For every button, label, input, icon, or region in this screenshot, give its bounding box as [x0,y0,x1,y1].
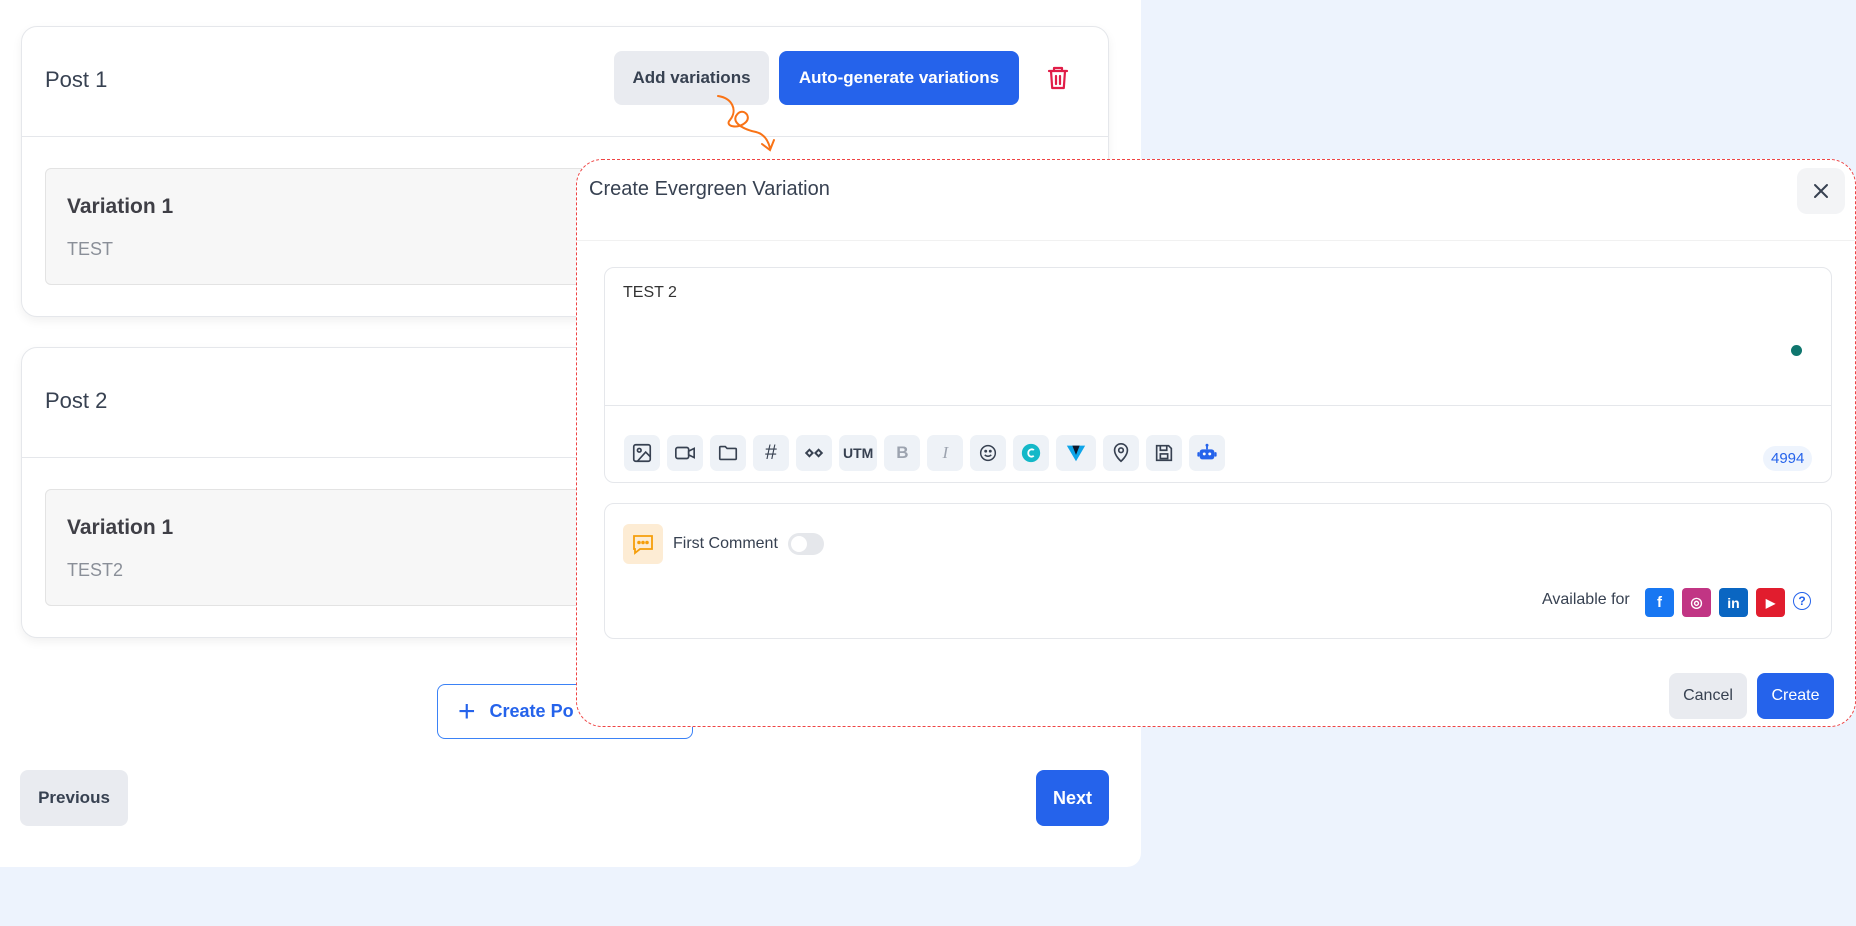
create-button[interactable]: Create [1757,673,1834,719]
utm-icon[interactable]: UTM [839,435,878,471]
plus-icon: + [458,694,476,728]
create-variation-modal: Create Evergreen Variation TEST 2 # UTM … [576,159,1856,727]
youtube-icon: ▶ [1756,588,1785,617]
next-button[interactable]: Next [1036,770,1109,826]
video-icon[interactable] [667,435,703,471]
comment-icon [623,524,663,564]
editor-text[interactable]: TEST 2 [623,284,677,302]
help-icon[interactable]: ? [1793,592,1811,610]
vista-icon[interactable] [1056,435,1097,471]
first-comment-section: First Comment Available for f ◎ in ▶ ? [604,503,1832,639]
italic-icon[interactable]: I [927,435,964,471]
first-comment-label: First Comment [673,535,778,552]
emoji-icon[interactable] [970,435,1007,471]
image-icon[interactable] [624,435,660,471]
editor-toolbar: # UTM B I [624,435,1226,471]
variation-title: Variation 1 [67,516,174,539]
modal-title: Create Evergreen Variation [589,178,830,200]
post-title: Post 1 [45,67,108,92]
ai-bot-icon[interactable] [1189,435,1226,471]
bold-icon[interactable]: B [884,435,921,471]
cancel-button[interactable]: Cancel [1669,673,1747,719]
previous-button[interactable]: Previous [20,770,128,826]
close-icon[interactable] [1797,168,1845,214]
variation-text: TEST2 [67,560,124,580]
canva-icon[interactable] [1013,435,1050,471]
instagram-icon: ◎ [1682,588,1711,617]
linkedin-icon: in [1719,588,1748,617]
annotation-arrow-icon [717,95,775,152]
auto-generate-variations-button[interactable]: Auto-generate variations [779,51,1019,105]
variation-text: TEST [67,239,114,259]
folder-icon[interactable] [710,435,746,471]
post-title: Post 2 [45,388,108,413]
available-for-label: Available for [1542,591,1630,608]
post-editor[interactable]: TEST 2 # UTM B I 4994 [604,267,1832,483]
hashtag-icon[interactable]: # [753,435,789,471]
status-dot-icon [1791,345,1802,356]
delete-post-icon[interactable] [1046,65,1070,96]
post-header: Post 1 Add variations Auto-generate vari… [22,27,1108,137]
first-comment-toggle[interactable] [788,533,824,555]
toolbar-divider [605,405,1831,406]
variation-title: Variation 1 [67,195,174,218]
save-icon[interactable] [1146,435,1183,471]
location-icon[interactable] [1103,435,1140,471]
character-count: 4994 [1763,446,1813,471]
create-post-label: Create Po [489,701,574,721]
link-shortener-icon[interactable] [796,435,832,471]
modal-divider [577,240,1855,241]
facebook-icon: f [1645,588,1674,617]
